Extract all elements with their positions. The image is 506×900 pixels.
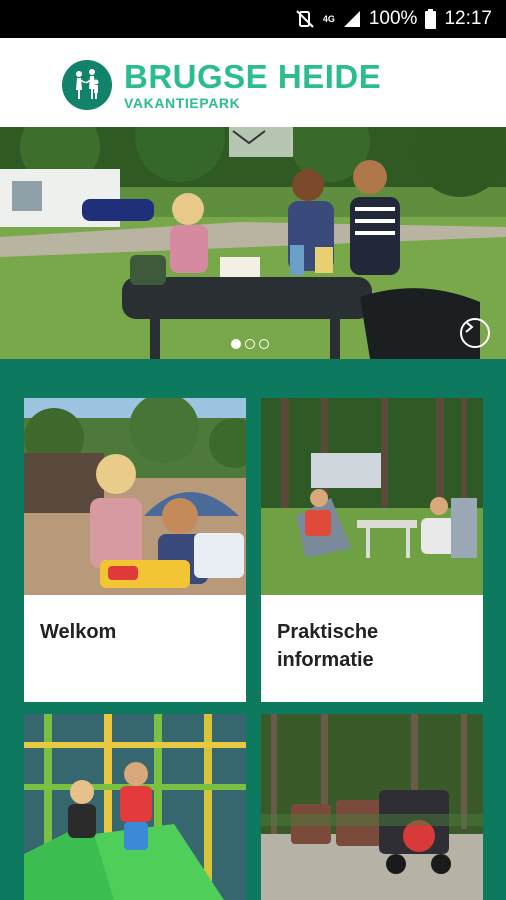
tile-welkom[interactable]: Welkom	[24, 398, 246, 702]
tile-tourist-train[interactable]	[261, 714, 483, 900]
brand-title: BRUGSE HEIDE	[124, 58, 382, 95]
network-type: 4G	[322, 13, 335, 24]
battery-icon	[425, 9, 437, 29]
clock: 12:17	[444, 8, 492, 29]
tile-label: Praktische informatie	[277, 621, 379, 671]
slide-indicators	[231, 339, 269, 349]
tile-photo	[24, 714, 246, 900]
battery-percentage: 100%	[368, 8, 418, 29]
network-label: 4G	[322, 13, 335, 24]
hero-photo	[0, 127, 506, 359]
slide-dot[interactable]	[231, 339, 241, 349]
tile-photo	[261, 714, 483, 900]
park-logo-icon	[62, 60, 112, 110]
slide-dot[interactable]	[245, 339, 255, 349]
tile-photo	[24, 398, 246, 595]
mute-vibrate-icon	[295, 9, 315, 29]
signal-icon	[343, 10, 361, 28]
hero-slideshow[interactable]	[0, 127, 506, 359]
collapse-toggle[interactable]	[229, 127, 293, 157]
tile-photo	[261, 398, 483, 595]
chevron-down-icon	[232, 130, 266, 145]
tile-praktische-informatie[interactable]: Praktische informatie	[261, 398, 483, 702]
tile-playground[interactable]	[24, 714, 246, 900]
app-header: BRUGSE HEIDE VAKANTIEPARK	[0, 38, 506, 127]
brand-subtitle: VAKANTIEPARK	[124, 95, 241, 111]
next-slide-button[interactable]	[460, 318, 490, 348]
chevron-right-icon	[465, 321, 474, 333]
status-bar: 4G 100% 12:17	[0, 0, 506, 38]
tile-label: Welkom	[40, 621, 117, 643]
slide-dot[interactable]	[259, 339, 269, 349]
